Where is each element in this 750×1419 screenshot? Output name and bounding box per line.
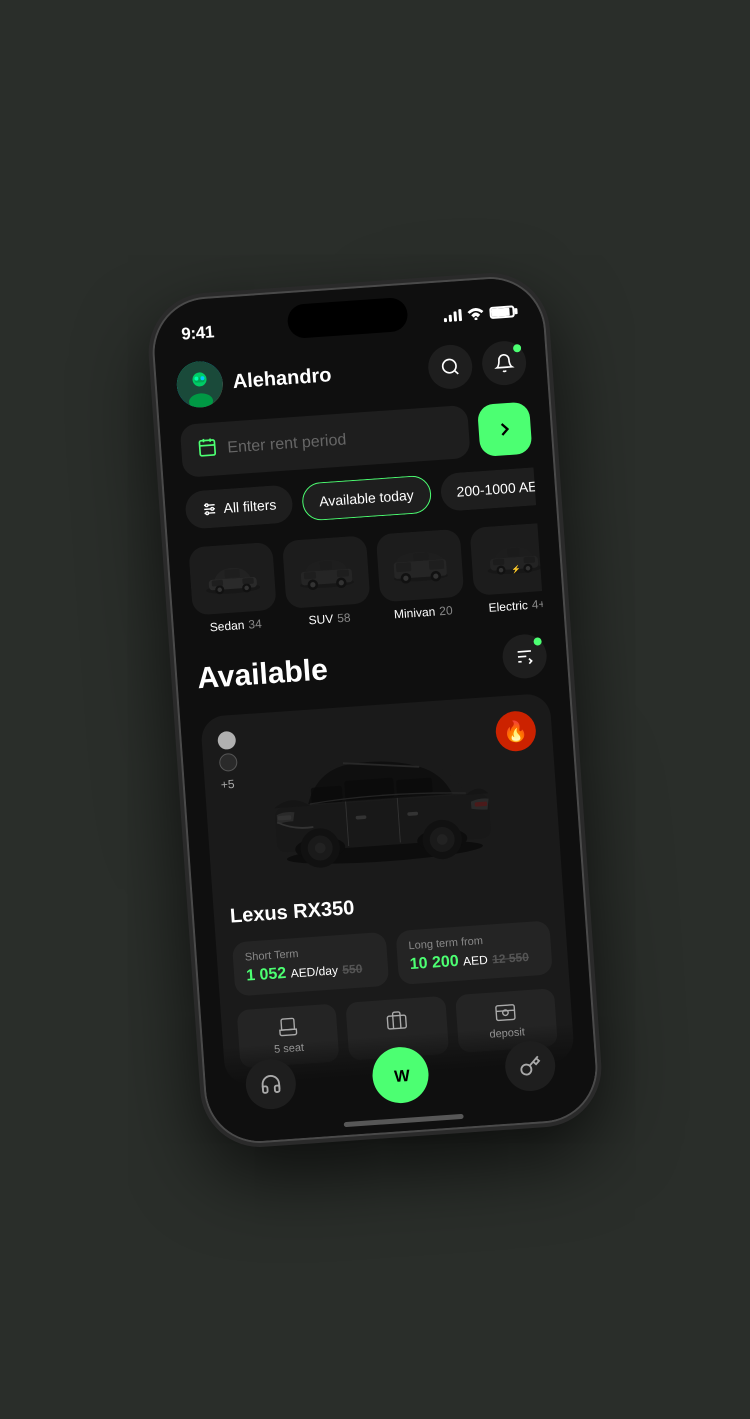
keys-nav-button[interactable] [504, 1039, 557, 1092]
available-today-label: Available today [319, 486, 415, 509]
minivan-thumb [376, 528, 465, 602]
electric-thumb: ⚡ [470, 523, 544, 596]
suv-count: 58 [337, 610, 351, 625]
suv-label: SUV [308, 611, 334, 627]
search-placeholder: Enter rent period [227, 430, 347, 456]
phone-shell: 9:41 [151, 275, 599, 1144]
category-suv[interactable]: SUV 58 [282, 535, 372, 629]
price-range-chip[interactable]: 200-1000 AED/d [439, 467, 536, 511]
home-w-icon: W [389, 1063, 412, 1086]
color-swatches: +5 [217, 730, 239, 791]
sedan-label: Sedan [209, 617, 245, 633]
long-term-price: Long term from 10 200 AED 12 550 [395, 920, 552, 985]
user-info: Alehandro [175, 352, 333, 409]
notification-button[interactable] [481, 339, 528, 386]
category-minivan[interactable]: Minivan 20 [376, 528, 466, 622]
categories-row: Sedan 34 [188, 523, 543, 635]
available-section-header: Available [196, 632, 548, 700]
category-electric[interactable]: ⚡ Electric 4+ [470, 523, 544, 616]
car-name: Lexus RX350 [229, 883, 548, 928]
sedan-thumb [188, 541, 277, 615]
deposit-icon [494, 1000, 517, 1023]
car-image [247, 711, 516, 889]
wifi-icon [467, 307, 484, 320]
available-title: Available [196, 653, 329, 696]
search-button[interactable] [427, 343, 474, 390]
notification-dot [513, 343, 522, 352]
bell-icon [493, 352, 514, 373]
car-card-top: +5 🔥 [217, 709, 545, 891]
pricing-row: Short Term 1 052 AED/day 550 Long term f… [232, 920, 553, 996]
minivan-label: Minivan [394, 604, 436, 621]
search-icon [440, 356, 461, 377]
minivan-count: 20 [439, 603, 453, 618]
username: Alehandro [232, 363, 332, 393]
phone-screen: 9:41 [151, 275, 599, 1144]
signal-icon [443, 309, 462, 322]
sort-dot [533, 637, 542, 646]
available-today-chip[interactable]: Available today [301, 474, 432, 521]
electric-count: 4+ [531, 596, 543, 611]
electric-label: Electric [488, 598, 528, 615]
all-filters-chip[interactable]: All filters [184, 484, 293, 529]
color-count: +5 [220, 776, 239, 791]
header-actions [427, 339, 528, 390]
status-time: 9:41 [181, 322, 215, 344]
main-content: Alehandro [155, 329, 599, 1144]
all-filters-label: All filters [223, 496, 277, 516]
price-range-label: 200-1000 AED/d [456, 476, 536, 499]
filter-icon [201, 500, 218, 517]
sort-button[interactable] [501, 632, 548, 679]
short-term-price: Short Term 1 052 AED/day 550 [232, 931, 389, 996]
seat-icon [276, 1016, 299, 1039]
category-sedan[interactable]: Sedan 34 [188, 541, 278, 635]
sedan-count: 34 [248, 616, 262, 631]
support-nav-button[interactable] [244, 1057, 297, 1110]
status-icons [443, 305, 515, 322]
svg-text:⚡: ⚡ [511, 564, 521, 574]
sort-icon [514, 645, 535, 666]
avatar [175, 359, 224, 408]
search-go-button[interactable] [477, 401, 533, 457]
key-icon [518, 1054, 541, 1077]
svg-text:W: W [394, 1066, 411, 1085]
battery-icon [489, 305, 515, 319]
color-dot-black [219, 752, 238, 771]
suv-thumb [282, 535, 371, 609]
color-dot-silver [217, 730, 236, 749]
filter-chips: All filters Available today 200-1000 AED… [184, 467, 536, 529]
briefcase-icon [385, 1008, 408, 1031]
calendar-icon [197, 436, 219, 462]
headphones-icon [259, 1072, 282, 1095]
car-svg [252, 727, 510, 874]
home-nav-button[interactable]: W [371, 1045, 431, 1105]
